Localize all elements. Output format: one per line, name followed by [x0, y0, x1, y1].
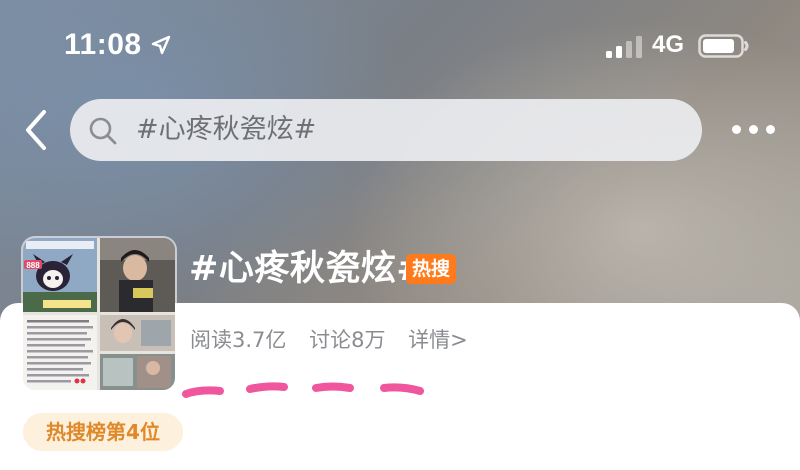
network-type: 4G [652, 31, 685, 58]
hot-search-badge: 热搜 [406, 254, 456, 284]
signal-strength-icon [606, 36, 642, 58]
topic-thumbnail[interactable]: 888 [23, 238, 175, 390]
topic-title[interactable]: #心疼秋瓷炫# [189, 247, 426, 291]
hot-rank-badge[interactable]: 热搜榜第4位 [23, 413, 183, 451]
status-time: 11:08 [64, 28, 142, 61]
back-button[interactable] [20, 108, 52, 152]
details-link[interactable]: 详情> [408, 328, 468, 352]
more-dot-icon [749, 125, 758, 134]
more-dot-icon [732, 125, 741, 134]
pink-dashed-annotation [182, 382, 424, 398]
more-options-button[interactable] [730, 116, 776, 146]
search-query-text: #心疼秋瓷炫# [136, 114, 317, 145]
discussion-count: 讨论8万 [309, 328, 386, 352]
thumbnail-count-label: 888 [26, 261, 40, 270]
search-bar[interactable]: #心疼秋瓷炫# [70, 99, 702, 161]
location-arrow-icon [151, 35, 171, 55]
search-icon [89, 117, 117, 145]
more-dot-icon [766, 125, 775, 134]
topic-stats: 阅读3.7亿 讨论8万 详情> [190, 325, 484, 355]
battery-icon [698, 34, 749, 58]
thumbnail-collage-image: 888 [23, 238, 175, 390]
read-count: 阅读3.7亿 [190, 328, 287, 352]
